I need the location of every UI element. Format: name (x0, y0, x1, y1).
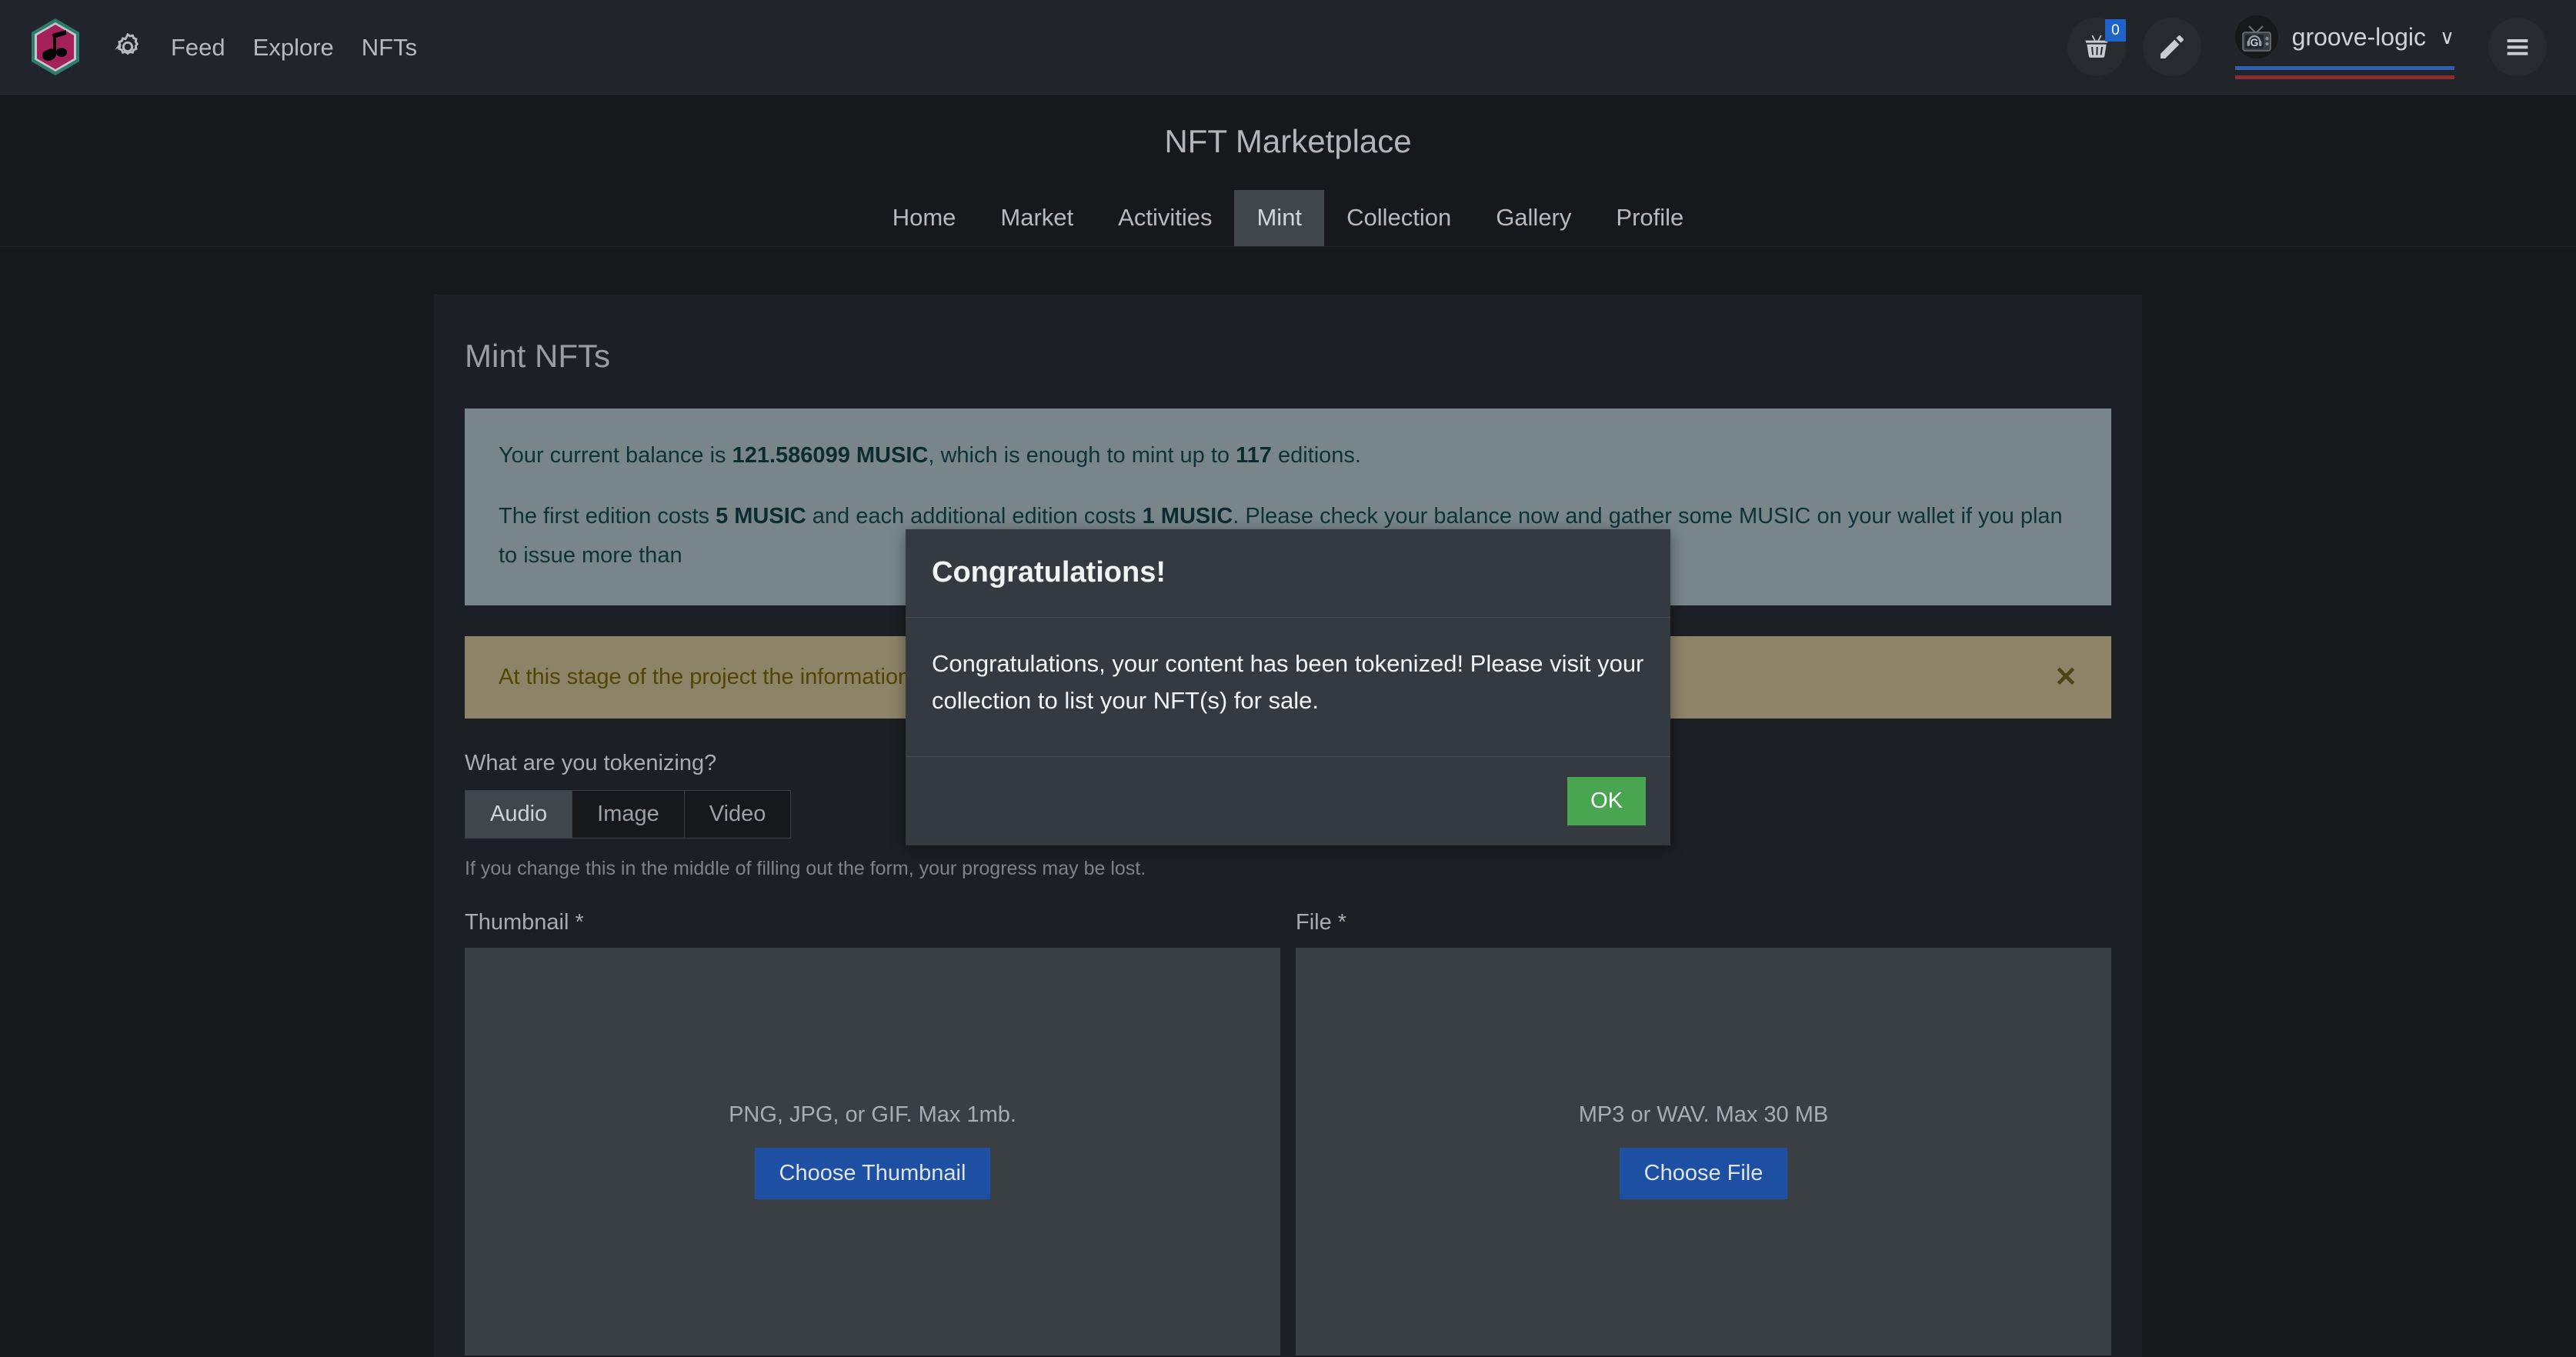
max-editions: 117 (1236, 443, 1272, 468)
balance-line-1: Your current balance is 121.586099 MUSIC… (499, 436, 2077, 475)
hamburger-menu-button[interactable] (2488, 18, 2547, 76)
user-name: groove-logic (2291, 22, 2426, 51)
cart-button[interactable]: 0 (2067, 18, 2126, 76)
tokenize-option-video[interactable]: Video (683, 789, 792, 839)
page-title: NFT Marketplace (1164, 123, 1412, 159)
choose-file-button[interactable]: Choose File (1619, 1147, 1788, 1199)
tab-market[interactable]: Market (978, 190, 1096, 246)
thumbnail-upload-group: Thumbnail * PNG, JPG, or GIF. Max 1mb. C… (465, 909, 1280, 1355)
top-nav: Feed Explore NFTs (171, 35, 417, 59)
tab-collection[interactable]: Collection (1324, 190, 1473, 246)
avatar: G (2234, 15, 2278, 58)
choose-thumbnail-button[interactable]: Choose Thumbnail (754, 1147, 991, 1199)
thumbnail-hint: PNG, JPG, or GIF. Max 1mb. (729, 1102, 1016, 1127)
top-bar-actions: 0 G groove-logic ∨ (2067, 15, 2547, 79)
close-icon[interactable]: ✕ (2054, 663, 2077, 691)
user-underline-bars (2234, 65, 2454, 79)
file-hint: MP3 or WAV. Max 30 MB (1578, 1102, 1829, 1127)
additional-edition-cost: 1 MUSIC (1142, 503, 1233, 528)
cost-line-prefix: The first edition costs (499, 503, 716, 528)
svg-text:G: G (2250, 36, 2258, 48)
thumbnail-label: Thumbnail * (465, 909, 584, 935)
tab-profile[interactable]: Profile (1593, 190, 1706, 246)
mint-card-title: Mint NFTs (465, 338, 610, 374)
modal-header: Congratulations! (906, 529, 1670, 618)
top-nav-item-explore[interactable]: Explore (253, 35, 334, 59)
tokenize-option-image[interactable]: Image (572, 789, 684, 839)
cart-badge-count: 0 (2105, 19, 2126, 42)
tab-mint[interactable]: Mint (1234, 190, 1325, 246)
balance-line1-prefix: Your current balance is (499, 443, 732, 468)
modal-ok-button[interactable]: OK (1567, 776, 1646, 825)
file-upload-group: File * MP3 or WAV. Max 30 MB Choose File (1296, 909, 2111, 1355)
modal-body-text: Congratulations, your content has been t… (906, 618, 1670, 757)
file-dropzone[interactable]: MP3 or WAV. Max 30 MB Choose File (1296, 947, 2111, 1355)
chevron-down-icon: ∨ (2439, 25, 2454, 48)
tab-home[interactable]: Home (870, 190, 979, 246)
top-nav-item-feed[interactable]: Feed (171, 35, 225, 59)
modal-footer: OK (906, 757, 1670, 845)
thumbnail-dropzone[interactable]: PNG, JPG, or GIF. Max 1mb. Choose Thumbn… (465, 947, 1280, 1355)
upload-section: Thumbnail * PNG, JPG, or GIF. Max 1mb. C… (465, 909, 2111, 1355)
tokenizing-helper-text: If you change this in the middle of fill… (465, 857, 1146, 879)
modal-title: Congratulations! (932, 556, 1166, 588)
file-label: File * (1296, 909, 1347, 935)
balance-line1-suffix: editions. (1271, 443, 1361, 468)
settings-gear-icon[interactable] (111, 30, 145, 64)
page-header: NFT Marketplace Home Market Activities M… (0, 95, 2576, 247)
retro-tv-g-avatar-icon: G (2234, 15, 2278, 58)
balance-amount: 121.586099 MUSIC (732, 443, 929, 468)
music-hexagon-logo-icon (32, 18, 79, 75)
first-edition-cost: 5 MUSIC (716, 503, 806, 528)
underline-red (2234, 75, 2454, 79)
congratulations-modal: Congratulations! Congratulations, your c… (906, 529, 1670, 845)
hamburger-icon (2507, 39, 2528, 55)
underline-blue (2234, 65, 2454, 70)
section-tabs: Home Market Activities Mint Collection G… (0, 190, 2576, 246)
tokenize-option-audio[interactable]: Audio (465, 789, 572, 839)
user-menu[interactable]: G groove-logic ∨ (2234, 15, 2454, 79)
top-nav-item-nfts[interactable]: NFTs (362, 35, 417, 59)
tab-activities[interactable]: Activities (1096, 190, 1234, 246)
cost-line-mid: and each additional edition costs (806, 503, 1143, 528)
tab-gallery[interactable]: Gallery (1473, 190, 1593, 246)
balance-line1-mid: , which is enough to mint up to (928, 443, 1236, 468)
pencil-icon (2160, 35, 2184, 58)
brand-logo[interactable] (29, 17, 82, 77)
top-bar: Feed Explore NFTs 0 G groove-logic ∨ (0, 0, 2576, 95)
compose-button[interactable] (2142, 18, 2201, 76)
